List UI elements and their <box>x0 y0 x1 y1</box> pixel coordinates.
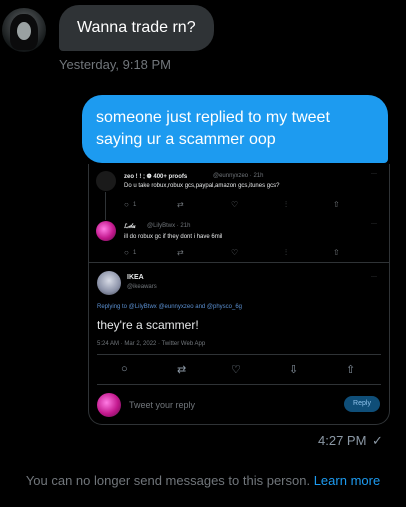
attached-screenshot[interactable]: zeo ! ! ; ❁ 400+ proofs @eunnyxzeo · 21h… <box>88 164 390 425</box>
analytics-icon[interactable]: ⫶ <box>285 200 287 210</box>
tweet1-handle: @eunnyxzeo · 21h <box>213 173 264 179</box>
reply-icon[interactable]: ○ <box>121 363 128 375</box>
share-icon[interactable]: ⇧ <box>333 200 340 209</box>
divider <box>97 384 381 385</box>
analytics-icon[interactable]: ⫶ <box>285 248 287 258</box>
more-icon[interactable]: ··· <box>371 171 377 177</box>
reply-icon[interactable]: ○ <box>124 248 129 257</box>
ikea-avatar <box>97 271 121 295</box>
retweet-icon[interactable]: ⇄ <box>177 363 186 376</box>
tweet2-reply-count: 1 <box>133 250 137 256</box>
more-icon[interactable]: ··· <box>371 274 377 280</box>
own-avatar <box>97 393 121 417</box>
bookmark-icon[interactable]: ⇩ <box>289 363 298 376</box>
tweet3-meta: 5:24 AM · Mar 2, 2022 · Twitter Web App <box>97 341 206 347</box>
divider <box>89 262 389 263</box>
check-icon: ✓ <box>372 433 383 448</box>
more-icon[interactable]: ··· <box>371 221 377 227</box>
contact-avatar[interactable] <box>2 8 46 52</box>
tweet3-handle: @ikeawars <box>127 284 157 290</box>
tweet1-reply-count: 1 <box>133 202 137 208</box>
tweet2-text: ill do robux gc if they dont i have 6mil <box>124 234 223 240</box>
outgoing-timestamp: 4:27 PM <box>318 433 367 448</box>
incoming-message-bubble[interactable]: Wanna trade rn? <box>59 5 214 51</box>
outgoing-message-bubble[interactable]: someone just replied to my tweet saying … <box>82 95 388 163</box>
reply-icon[interactable]: ○ <box>124 200 129 209</box>
reply-button[interactable]: Reply <box>344 396 380 412</box>
tweet2-handle: @LilyBtwx · 21h <box>147 223 191 229</box>
like-icon[interactable]: ♡ <box>231 200 238 209</box>
learn-more-link[interactable]: Learn more <box>314 473 380 488</box>
retweet-icon[interactable]: ⇄ <box>177 248 184 257</box>
blocked-notice-text: You can no longer send messages to this … <box>25 473 311 488</box>
tweet3-author: IKEA <box>127 274 144 281</box>
share-icon[interactable]: ⇧ <box>333 248 340 257</box>
like-icon[interactable]: ♡ <box>231 363 241 376</box>
retweet-icon[interactable]: ⇄ <box>177 200 184 209</box>
blocked-notice: You can no longer send messages to this … <box>0 473 406 488</box>
divider <box>97 354 381 355</box>
replying-to[interactable]: Replying to @LilyBtwx @eunnyxzeo and @ph… <box>97 304 242 310</box>
share-icon[interactable]: ⇧ <box>346 363 355 376</box>
tweet2-author: ℒ𝒾𝓁𝒶 <box>124 224 136 230</box>
thread-line <box>105 192 106 220</box>
tweet1-author: zeo ! ! ; ❁ 400+ proofs <box>124 174 188 180</box>
reply-input[interactable]: Tweet your reply <box>129 400 195 410</box>
lily-avatar <box>96 221 116 241</box>
incoming-timestamp: Yesterday, 9:18 PM <box>59 57 172 72</box>
zeo-avatar <box>96 171 116 191</box>
tweet3-text: they're a scammer! <box>97 318 199 332</box>
tweet1-text: Do u take robux,robux gcs,paypal,amazon … <box>124 183 280 189</box>
like-icon[interactable]: ♡ <box>231 248 238 257</box>
